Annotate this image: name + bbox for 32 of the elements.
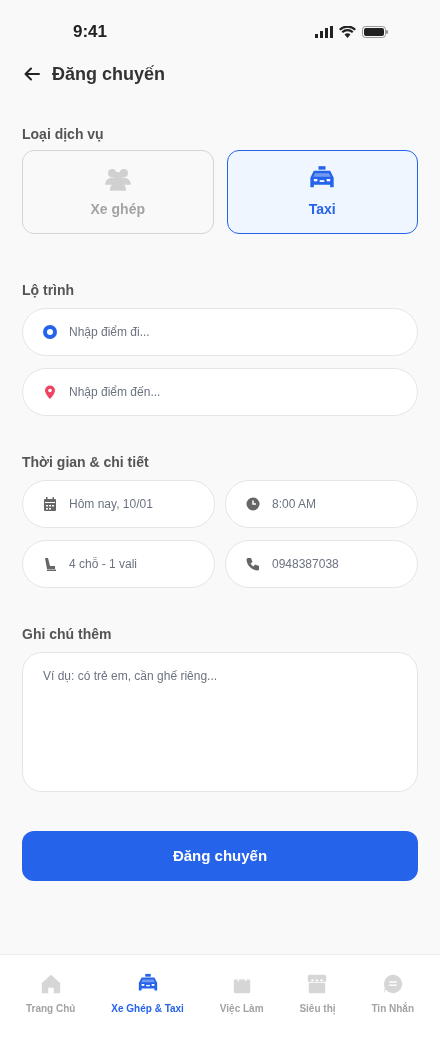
section-label: Lộ trình [22, 281, 76, 300]
chat-icon [381, 973, 404, 995]
nav-tab[interactable]: Xe Ghép & Taxi [111, 973, 184, 1039]
nav-tab[interactable]: Việc Làm [219, 973, 264, 1039]
submit-button[interactable]: Đăng chuyến [22, 831, 418, 881]
battery-icon [362, 26, 388, 38]
location-pin-icon [42, 384, 58, 400]
seat-icon [42, 556, 58, 572]
wifi-icon [339, 26, 356, 38]
origin-dot-icon [42, 324, 58, 340]
nav-tab[interactable]: Tin Nhắn [371, 973, 415, 1039]
nav-tab[interactable]: Siêu thị [299, 973, 336, 1039]
input-field[interactable]: Hôm nay, 10/01 [22, 480, 215, 528]
input-field[interactable]: 4 chỗ - 1 vali [22, 540, 215, 588]
section-label: Ghi chú thêm [22, 625, 113, 644]
section-label: Thời gian & chi tiết [22, 453, 150, 472]
input-field[interactable]: 0948387038 [225, 540, 418, 588]
signal-icon [315, 26, 333, 38]
section-label: Loại dịch vụ [22, 125, 105, 144]
page-title: Đăng chuyến [52, 62, 166, 86]
back-arrow-icon[interactable] [24, 67, 40, 81]
home-icon [39, 973, 62, 995]
calendar-icon [42, 496, 58, 512]
input-field[interactable]: Nhập điểm đi... [22, 308, 418, 356]
input-field[interactable]: Nhập điểm đến... [22, 368, 418, 416]
service-option[interactable]: Taxi [226, 150, 418, 234]
notes-field[interactable]: Ví dụ: có trẻ em, cần ghế riêng... [22, 652, 418, 792]
store-icon [306, 973, 329, 995]
status-time: 9:41 [73, 21, 108, 44]
clock-icon [245, 496, 261, 512]
input-field[interactable]: 8:00 AM [225, 480, 418, 528]
phone-icon [245, 556, 261, 572]
